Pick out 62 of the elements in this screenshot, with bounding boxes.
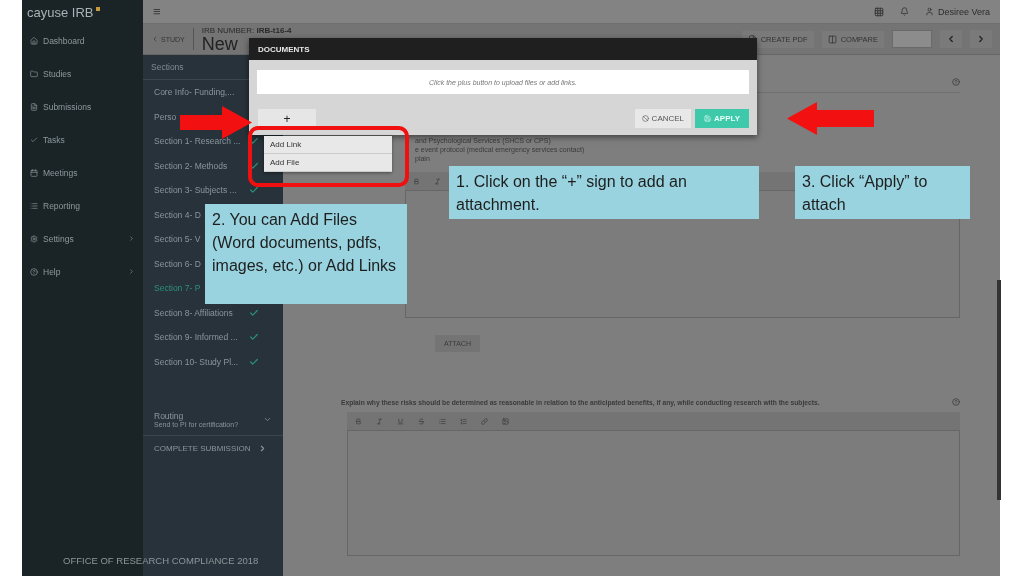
settings-icon [30, 234, 38, 243]
section-item[interactable]: Section 3- Subjects ... [143, 178, 263, 203]
italic-icon[interactable] [376, 417, 383, 425]
bold-icon[interactable] [355, 417, 362, 425]
document-icon [30, 102, 38, 111]
italic-icon[interactable] [434, 177, 441, 185]
menu-item[interactable]: Add Link [264, 136, 392, 154]
chevron-icon [151, 35, 159, 43]
grid-icon[interactable] [873, 6, 884, 17]
nav-item[interactable]: Meetings [22, 156, 143, 189]
folder-icon [30, 69, 38, 78]
nav-item[interactable]: Dashboard [22, 24, 143, 57]
scrollbar[interactable] [997, 280, 1001, 500]
chevron-left-icon [946, 34, 956, 44]
menu-button[interactable]: ≡ [153, 4, 858, 19]
home-icon [30, 36, 38, 45]
save-icon [704, 115, 712, 122]
slide-footer: OFFICE OF RESEARCH COMPLIANCE 2018 [63, 555, 259, 566]
cancel-button[interactable]: CANCEL [634, 109, 692, 128]
study-title: New [201, 34, 238, 53]
nav-item[interactable]: Settings [22, 222, 143, 255]
section-item[interactable]: Section 2- Methods [143, 153, 263, 178]
strikethrough-icon[interactable] [418, 417, 425, 425]
routing-title: Routing [154, 411, 185, 421]
list-icon[interactable] [439, 417, 446, 425]
columns-icon [827, 34, 837, 44]
chevron-icon [263, 415, 272, 424]
cancel-icon [641, 115, 649, 122]
bold-icon[interactable] [413, 177, 420, 185]
image-icon[interactable] [502, 417, 509, 425]
check-icon [30, 135, 38, 144]
nav-item[interactable]: Submissions [22, 90, 143, 123]
right-arrow [180, 106, 252, 139]
complete-submission-button[interactable]: COMPLETE SUBMISSION [143, 436, 283, 460]
nav-item[interactable]: Tasks [22, 123, 143, 156]
dialog-title: DOCUMENTS [249, 38, 757, 60]
chevron-right-icon [976, 34, 986, 44]
logo-mark [96, 7, 101, 11]
instruction-tooltip: 1. Click on the “+” sign to add an attachment. [449, 166, 759, 219]
help-icon[interactable] [952, 77, 960, 86]
help-icon[interactable] [952, 398, 960, 406]
nav-item[interactable]: Help [22, 255, 143, 288]
user-menu[interactable]: Desiree Vera [924, 6, 990, 17]
nav-item[interactable]: Reporting [22, 189, 143, 222]
next-button[interactable] [970, 30, 992, 48]
instruction-tooltip: 2. You can Add Files (Word documents, pdfs, images, etc.) or Add Links [205, 204, 407, 304]
instruction-tooltip: 3. Click “Apply” to attach [795, 166, 970, 219]
section-item[interactable]: Section 9- Informed ... [143, 325, 263, 350]
menu-item[interactable]: Add File [264, 154, 392, 172]
section-item[interactable]: Section 10- Study Pl... [143, 349, 263, 374]
help-icon [30, 267, 38, 276]
section-item[interactable]: Section 1- Research ... [143, 129, 263, 154]
nav-item[interactable]: Studies [22, 57, 143, 90]
list-icon [30, 201, 38, 210]
bell-icon[interactable] [899, 7, 909, 16]
previous-button[interactable] [940, 30, 962, 48]
calendar-icon [30, 168, 38, 177]
link-icon[interactable] [481, 417, 488, 425]
toolbar-button[interactable] [892, 30, 932, 48]
numbered-list-icon[interactable] [460, 417, 467, 425]
user-icon [924, 7, 934, 16]
app-logo: cayuse IRB [27, 4, 94, 20]
